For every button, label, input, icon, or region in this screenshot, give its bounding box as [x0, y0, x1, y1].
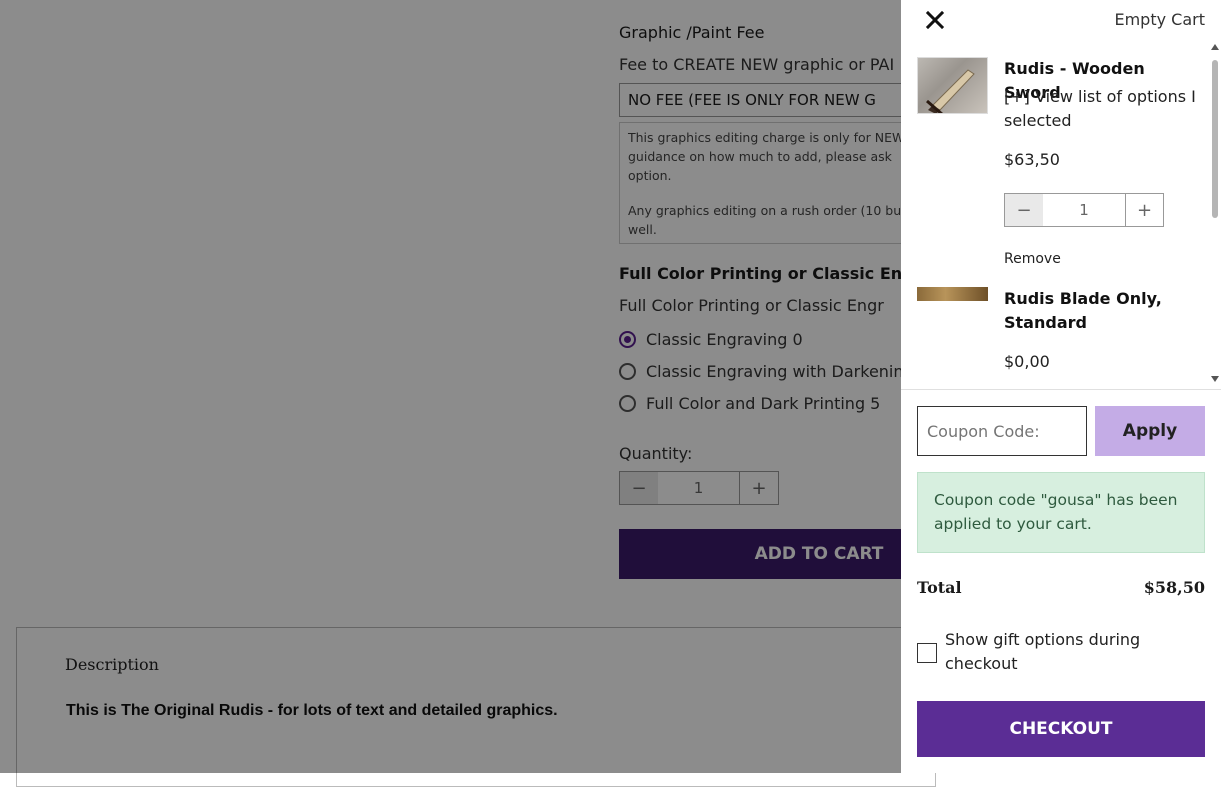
cart-quantity-value[interactable]: 1: [1043, 194, 1125, 226]
remove-item-link[interactable]: Remove: [1004, 251, 1061, 267]
plus-icon[interactable]: +: [1125, 194, 1163, 226]
gift-options-label[interactable]: Show gift options during checkout: [945, 628, 1185, 676]
empty-cart-link[interactable]: Empty Cart: [1114, 10, 1205, 29]
modal-overlay[interactable]: [0, 0, 901, 773]
product-thumbnail: [917, 287, 988, 301]
product-thumbnail: [917, 57, 988, 114]
sword-image: [926, 69, 975, 113]
scroll-down-arrow-icon[interactable]: [1211, 376, 1219, 382]
total-value: $58,50: [1143, 578, 1205, 597]
gift-options-checkbox[interactable]: [917, 643, 937, 663]
minus-icon[interactable]: −: [1005, 194, 1043, 226]
scroll-thumb[interactable]: [1212, 60, 1218, 218]
coupon-code-input[interactable]: [917, 406, 1087, 456]
apply-coupon-button[interactable]: Apply: [1095, 406, 1205, 456]
cart-scrollbar[interactable]: [1208, 40, 1220, 390]
checkout-button[interactable]: CHECKOUT: [917, 701, 1205, 757]
close-icon[interactable]: [923, 8, 947, 32]
scroll-up-arrow-icon[interactable]: [1211, 44, 1219, 50]
cart-drawer: Empty Cart Rudis - Wooden Sword [+] View…: [901, 0, 1221, 773]
cart-quantity-stepper[interactable]: − 1 +: [1004, 193, 1164, 227]
coupon-success-message: Coupon code "gousa" has been applied to …: [917, 472, 1205, 553]
view-options-link[interactable]: [+] View list of options I selected: [1004, 85, 1199, 133]
cart-item-title[interactable]: Rudis Blade Only, Standard: [1004, 287, 1194, 335]
cart-items-list: Rudis - Wooden Sword [+] View list of op…: [901, 40, 1221, 390]
total-label: Total: [917, 578, 962, 597]
cart-item-price: $63,50: [1004, 150, 1060, 169]
cart-item-price: $0,00: [1004, 352, 1050, 371]
